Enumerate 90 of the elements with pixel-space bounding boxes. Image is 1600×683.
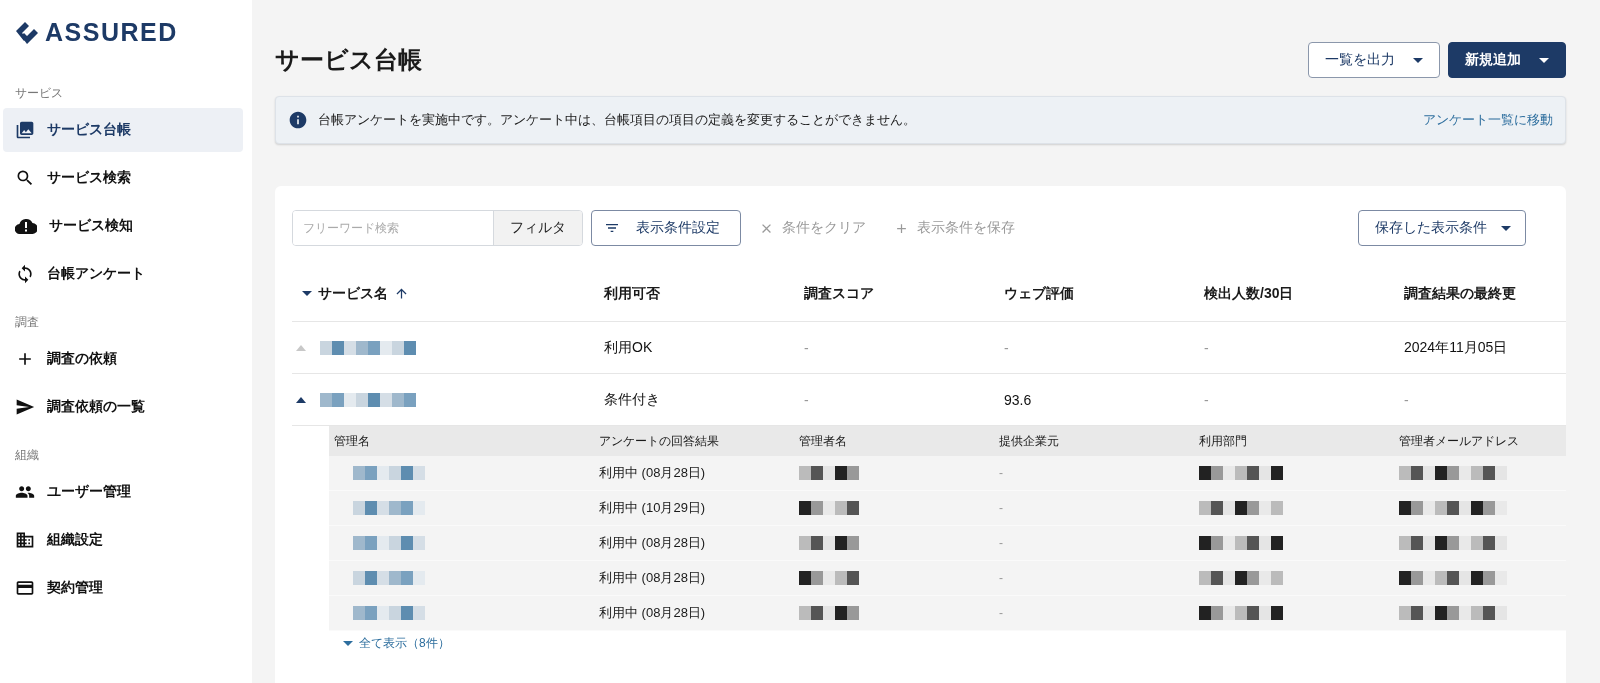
sidebar-item[interactable]: サービス検知 [3, 204, 243, 248]
caret-icon [1413, 57, 1423, 63]
caret-icon [302, 291, 312, 296]
table-cell: - [804, 391, 809, 408]
column-header-label: ウェブ評価 [1004, 284, 1074, 303]
sub-column-header: アンケートの回答結果 [594, 426, 794, 456]
sub-column-header: 提供企業元 [994, 426, 1194, 456]
caret-icon [1539, 57, 1549, 63]
column-header-label: 検出人数/30日 [1204, 284, 1294, 303]
answer-cell: 利用中 (10月29日) [599, 499, 706, 517]
sidebar-item-label: 台帳アンケート [47, 265, 145, 283]
table-cell: 条件付き [604, 390, 660, 409]
info-icon [288, 110, 308, 130]
sidebar-item-label: サービス検知 [49, 217, 133, 235]
notice-message: 台帳アンケートを実施中です。アンケート中は、台帳項目の項目の定義を変更することができません。 [318, 111, 917, 129]
credit-card-icon [15, 578, 35, 598]
answer-cell: 利用中 (08月28日) [599, 464, 706, 482]
sidebar-item[interactable]: 組織設定 [3, 518, 243, 562]
survey-list-link[interactable]: アンケート一覧に移動 [1423, 111, 1553, 129]
table-cell: 93.6 [1004, 391, 1032, 408]
sidebar-item[interactable]: 契約管理 [3, 566, 243, 610]
provider-cell: - [999, 571, 1003, 585]
search-field[interactable]: フリーワード検索 フィルタ [292, 210, 583, 246]
table-cell: 2024年11月05日 [1404, 338, 1508, 357]
cloud-alert-icon [15, 218, 37, 234]
column-header-label: サービス名 [318, 284, 388, 303]
sidebar-item-label: 調査の依頼 [47, 350, 117, 368]
column-header-label: 調査結果の最終更 [1404, 284, 1516, 303]
sidebar-item-label: サービス検索 [47, 169, 131, 187]
caret-icon [343, 641, 353, 646]
sidebar-item[interactable]: 調査の依頼 [3, 337, 243, 381]
sync-icon [15, 264, 35, 284]
sidebar-item[interactable]: 台帳アンケート [3, 252, 243, 296]
building-icon [15, 530, 35, 550]
logo-text: ASSURED [45, 18, 178, 47]
add-new-button[interactable]: 新規追加 [1448, 42, 1566, 78]
sub-column-header: 管理者メールアドレス [1394, 426, 1566, 456]
sub-column-header: 管理者名 [794, 426, 994, 456]
answer-cell: 利用中 (08月28日) [599, 604, 706, 622]
table-cell: - [1404, 391, 1409, 408]
redacted-block [353, 606, 425, 620]
provider-cell: - [999, 606, 1003, 620]
caret-icon [1501, 225, 1511, 231]
redacted-block [799, 466, 859, 480]
sidebar-heading: サービス [14, 85, 64, 102]
show-all-link[interactable]: 全て表示（8件） [343, 635, 450, 652]
answer-cell: 利用中 (08月28日) [599, 534, 706, 552]
display-settings-button[interactable]: 表示条件設定 [591, 210, 741, 246]
column-header[interactable]: サービス名 [292, 266, 594, 322]
saved-conditions-button[interactable]: 保存した表示条件 [1358, 210, 1526, 246]
redacted-block [353, 536, 425, 550]
redacted-block [799, 536, 859, 550]
sidebar-item-label: 契約管理 [47, 579, 103, 597]
answer-cell: 利用中 (08月28日) [599, 569, 706, 587]
sidebar-item[interactable]: サービス台帳 [3, 108, 243, 152]
photo-library-icon [15, 120, 35, 140]
provider-cell: - [999, 466, 1003, 480]
sidebar-heading: 調査 [14, 314, 40, 331]
provider-cell: - [999, 501, 1003, 515]
sidebar-item-label: サービス台帳 [47, 121, 131, 139]
sidebar-heading: 組織 [14, 447, 40, 464]
sub-column-header: 利用部門 [1194, 426, 1394, 456]
table-cell: - [1004, 339, 1009, 356]
column-header-label: 利用可否 [604, 284, 660, 303]
redacted-block [799, 606, 859, 620]
redacted-block [353, 571, 425, 585]
sidebar-item-label: 調査依頼の一覧 [47, 398, 145, 416]
provider-cell: - [999, 536, 1003, 550]
redacted-block [799, 501, 859, 515]
table-cell: - [804, 339, 809, 356]
column-header-label: 調査スコア [804, 284, 874, 303]
table-cell: - [1204, 391, 1209, 408]
sidebar-item[interactable]: ユーザー管理 [3, 470, 243, 514]
sidebar-item-label: ユーザー管理 [47, 483, 131, 501]
search-icon [15, 168, 35, 188]
sub-column-header: 管理名 [329, 426, 594, 456]
expand-caret-icon[interactable] [296, 396, 306, 403]
redacted-block [353, 501, 425, 515]
sidebar-item[interactable]: 調査依頼の一覧 [3, 385, 243, 429]
sidebar-item[interactable]: サービス検索 [3, 156, 243, 200]
sidebar-item-label: 組織設定 [47, 531, 103, 549]
filter-button[interactable]: フィルタ [493, 211, 582, 245]
page-title: サービス台帳 [275, 45, 422, 75]
table-cell: - [1204, 339, 1209, 356]
redacted-block [799, 571, 859, 585]
export-button[interactable]: 一覧を出力 [1308, 42, 1440, 78]
sort-arrow-icon[interactable] [394, 286, 409, 301]
send-icon [15, 397, 35, 417]
table-cell: 利用OK [604, 338, 653, 357]
redacted-block [353, 466, 425, 480]
